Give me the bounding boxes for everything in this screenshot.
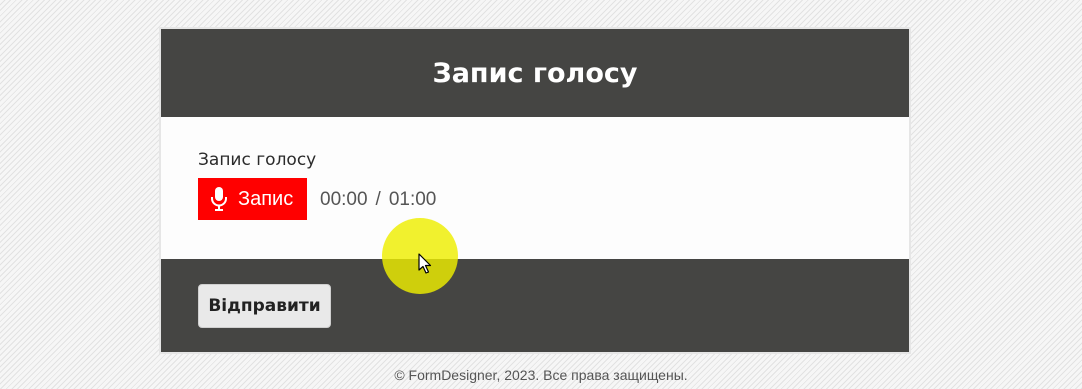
timer-current: 00:00 (320, 189, 368, 210)
submit-button[interactable]: Відправити (198, 284, 331, 328)
voice-recording-form: Запис голосу Запис голосу Запис 00:00 / … (159, 27, 911, 354)
record-button-label: Запис (238, 187, 294, 210)
form-title: Запис голосу (432, 57, 638, 89)
record-button[interactable]: Запис (198, 178, 307, 220)
recording-timer: 00:00 / 01:00 (320, 189, 436, 211)
timer-separator: / (375, 189, 381, 210)
voice-field-label: Запис голосу (198, 150, 317, 170)
form-header: Запис голосу (161, 29, 909, 117)
form-footer: Відправити (161, 259, 909, 352)
microphone-icon (211, 187, 227, 211)
timer-max: 01:00 (388, 189, 437, 210)
form-body: Запис голосу Запис 00:00 / 01:00 (161, 117, 909, 259)
copyright-text: © FormDesigner, 2023. Все права защищены… (394, 367, 688, 383)
